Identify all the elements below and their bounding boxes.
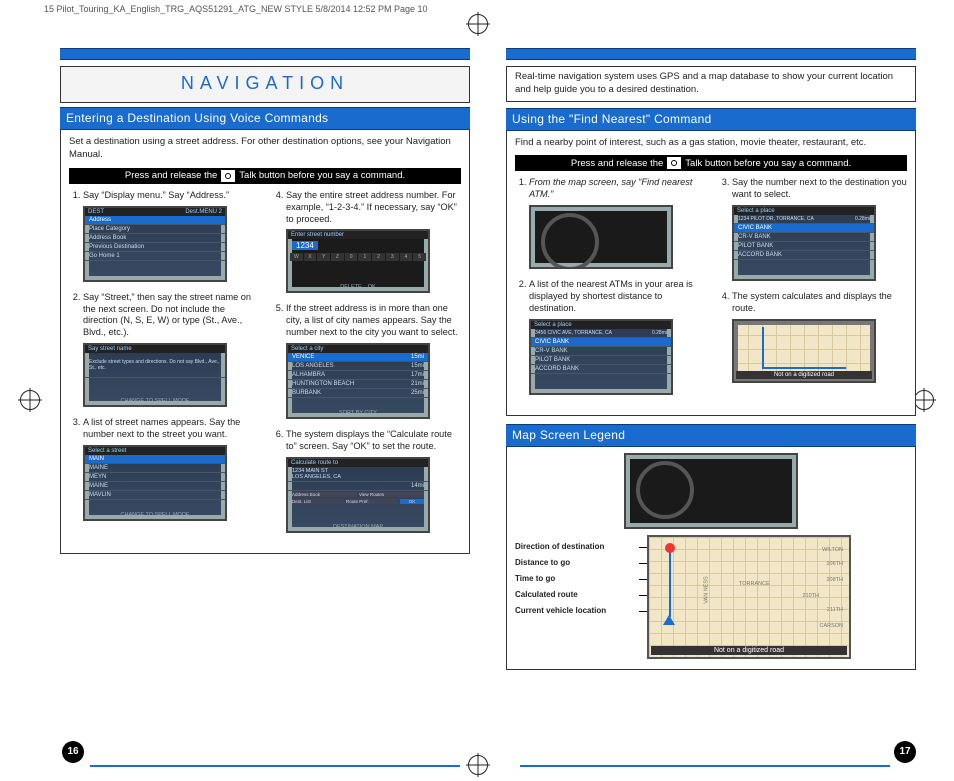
page-right: Real-time navigation system uses GPS and… bbox=[506, 48, 916, 670]
chapter-title-box: NAVIGATION bbox=[60, 66, 470, 103]
legend-distance: Distance to go bbox=[515, 558, 635, 567]
page-left: NAVIGATION Entering a Destination Using … bbox=[60, 48, 470, 670]
footer-accent-bar bbox=[90, 765, 460, 767]
page-number-left: 16 bbox=[62, 741, 84, 763]
step-3: Say the number next to the destination y… bbox=[732, 177, 907, 201]
screenshot-select-place-list: Select a place 3456 CIVIC AVE, TORRANCE,… bbox=[529, 319, 673, 395]
footer-accent-bar bbox=[520, 765, 890, 767]
section-body: Set a destination using a street address… bbox=[60, 130, 470, 554]
talk-icon bbox=[221, 170, 235, 182]
registration-mark-icon bbox=[468, 755, 488, 775]
registration-mark-icon bbox=[914, 390, 934, 410]
step-1: Say “Display menu.” Say “Address.” bbox=[83, 190, 258, 202]
vehicle-marker-icon bbox=[663, 615, 675, 625]
steps-col-right: Say the entire street address number. Fo… bbox=[272, 190, 461, 544]
section-body: Find a nearby point of interest, such as… bbox=[506, 131, 916, 417]
screenshot-steering-wheel bbox=[529, 205, 673, 269]
registration-mark-icon bbox=[20, 390, 40, 410]
legend-time: Time to go bbox=[515, 574, 635, 583]
accent-bar bbox=[60, 48, 470, 60]
step-2: A list of the nearest ATMs in your area … bbox=[529, 279, 704, 315]
talk-pre: Press and release the bbox=[125, 170, 217, 181]
screenshot-say-street: Say street name Exclude street types and… bbox=[83, 343, 227, 407]
step-6: The system displays the “Calculate route… bbox=[286, 429, 461, 453]
step-5: If the street address is in more than on… bbox=[286, 303, 461, 339]
screenshot-select-place-selected: Select a place 1234 PILOT DR, TORRANCE, … bbox=[732, 205, 876, 281]
file-header-meta: 15 Pilot_Touring_KA_English_TRG_AQS51291… bbox=[44, 4, 428, 14]
step-1: From the map screen, say “Find nearest A… bbox=[529, 177, 704, 201]
step-4: Say the entire street address number. Fo… bbox=[286, 190, 461, 226]
accent-bar bbox=[506, 48, 916, 60]
page-number-right: 17 bbox=[894, 741, 916, 763]
section-heading-entering-destination: Entering a Destination Using Voice Comma… bbox=[60, 107, 470, 130]
steps-col-left: Say “Display menu.” Say “Address.” DESTD… bbox=[69, 190, 258, 544]
talk-icon bbox=[667, 157, 681, 169]
talk-instruction-bar: Press and release the Talk button before… bbox=[515, 155, 907, 171]
talk-post: Talk button before you say a command. bbox=[685, 158, 851, 169]
navigation-overview-box: Real-time navigation system uses GPS and… bbox=[506, 66, 916, 102]
step-2: Say “Street,” then say the street name o… bbox=[83, 292, 258, 340]
section-heading-find-nearest: Using the "Find Nearest" Command bbox=[506, 108, 916, 131]
screenshot-dest-menu: DESTDest.MENU 2 Address Place Category A… bbox=[83, 206, 227, 282]
section-intro: Set a destination using a street address… bbox=[69, 136, 461, 162]
map-legend-labels: Direction of destination Distance to go … bbox=[515, 535, 635, 622]
registration-mark-icon bbox=[468, 14, 488, 34]
map-legend-display: VAN NESS TORRANCE 206TH 208TH 210TH 211T… bbox=[647, 535, 851, 659]
section-intro: Find a nearby point of interest, such as… bbox=[515, 137, 907, 150]
steps-col-right: Say the number next to the destination y… bbox=[718, 177, 907, 405]
screenshot-dashboard bbox=[624, 453, 798, 529]
destination-marker-icon bbox=[665, 543, 675, 553]
legend-route: Calculated route bbox=[515, 590, 635, 599]
screenshot-route-map: Not on a digitized road bbox=[732, 319, 876, 383]
step-4: The system calculates and displays the r… bbox=[732, 291, 907, 315]
legend-vehicle: Current vehicle location bbox=[515, 606, 635, 615]
talk-instruction-bar: Press and release the Talk button before… bbox=[69, 168, 461, 184]
screenshot-enter-number: Enter street number 1234 WXYZ012345 DELE… bbox=[286, 229, 430, 293]
talk-post: Talk button before you say a command. bbox=[239, 170, 405, 181]
chapter-title: NAVIGATION bbox=[181, 73, 349, 93]
step-3: A list of street names appears. Say the … bbox=[83, 417, 258, 441]
screenshot-calculate-route: Calculate route to 1234 MAIN ST LOS ANGE… bbox=[286, 457, 430, 533]
section-heading-map-legend: Map Screen Legend bbox=[506, 424, 916, 447]
section-body-map-legend: Direction of destination Distance to go … bbox=[506, 447, 916, 670]
screenshot-select-city: Select a city VENICE 15mi LOS ANGELES 15… bbox=[286, 343, 430, 419]
steps-col-left: From the map screen, say “Find nearest A… bbox=[515, 177, 704, 405]
talk-pre: Press and release the bbox=[571, 158, 663, 169]
document-spread: 15 Pilot_Touring_KA_English_TRG_AQS51291… bbox=[0, 0, 954, 781]
legend-direction: Direction of destination bbox=[515, 542, 635, 551]
screenshot-select-street: Select a street MAIN MAINE MEYN MAINE MA… bbox=[83, 445, 227, 521]
